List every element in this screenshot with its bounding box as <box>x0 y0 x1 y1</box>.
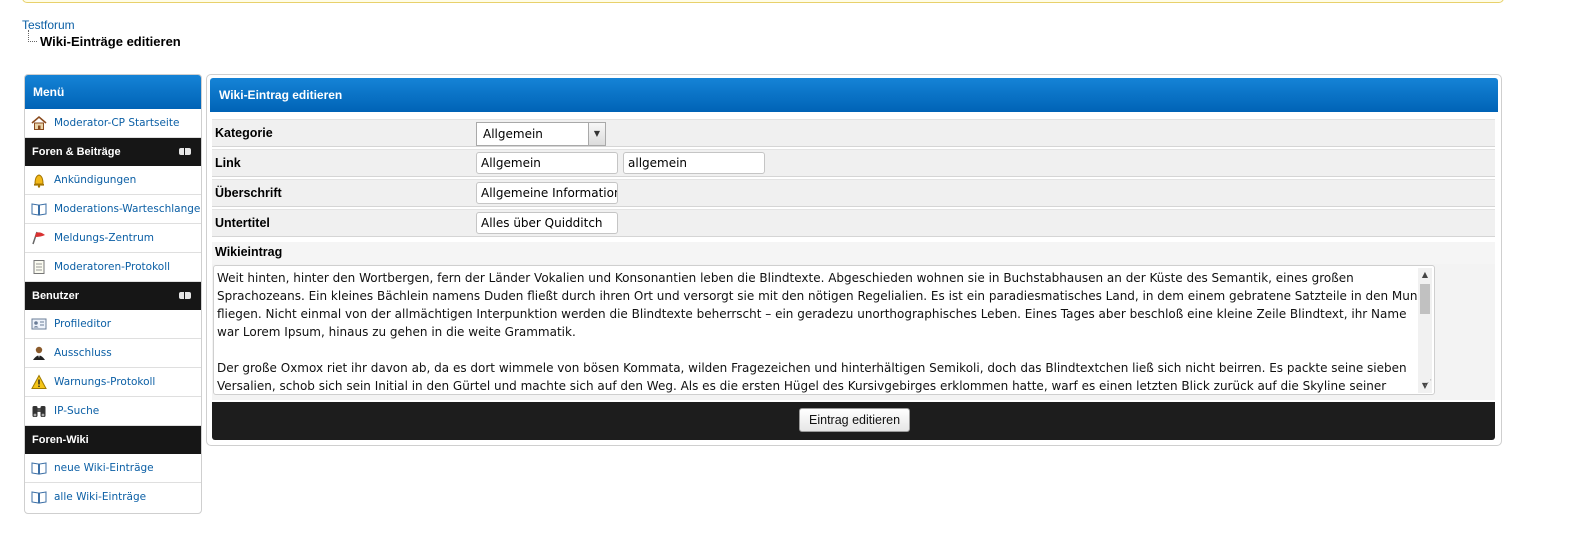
home-icon <box>31 115 47 131</box>
link-label: Link <box>215 156 241 170</box>
sidebar-title: Menü <box>25 75 201 109</box>
category-title: Foren & Beiträge <box>32 146 121 158</box>
breadcrumb: Testforum Wiki-Einträge editieren <box>22 18 181 49</box>
breadcrumb-root-link[interactable]: Testforum <box>22 18 181 32</box>
breadcrumb-branch: Wiki-Einträge editieren <box>28 30 181 49</box>
ueberschrift-input[interactable]: Allgemeine Informationen <box>476 182 618 204</box>
sidebar-item-label[interactable]: Ankündigungen <box>54 174 136 186</box>
link-input-2[interactable]: allgemein <box>623 152 765 174</box>
sidebar-item-ip-suche[interactable]: IP-Suche <box>25 397 201 426</box>
sidebar-category-benutzer[interactable]: Benutzer <box>25 282 201 310</box>
row-untertitel: Untertitel Alles über Quidditch <box>212 209 1495 237</box>
sidebar-item-label[interactable]: Moderations-Warteschlange <box>54 203 200 215</box>
untertitel-label: Untertitel <box>215 216 270 230</box>
sidebar-item-label[interactable]: Ausschluss <box>54 347 112 359</box>
collapse-toggle-icon[interactable] <box>179 148 191 155</box>
book-icon <box>31 489 47 505</box>
wikieintrag-paragraph: Der große Oxmox riet ihr davon ab, da es… <box>217 361 1407 393</box>
book-icon <box>31 460 47 476</box>
sidebar-menu: Menü Moderator-CP Startseite Foren & Bei… <box>24 74 202 514</box>
ueberschrift-label: Überschrift <box>215 186 282 200</box>
wikieintrag-textarea[interactable]: Weit hinten, hinter den Wortbergen, fern… <box>213 265 1435 395</box>
sidebar-item-label[interactable]: Moderatoren-Protokoll <box>54 261 170 273</box>
category-title: Foren-Wiki <box>32 434 89 446</box>
sidebar-category-foren-beitraege[interactable]: Foren & Beiträge <box>25 138 201 166</box>
id-card-icon <box>31 316 47 332</box>
untertitel-input[interactable]: Alles über Quidditch <box>476 212 618 234</box>
tree-connector <box>28 30 37 42</box>
warning-icon <box>31 374 47 390</box>
bell-icon <box>31 172 47 188</box>
page-title: Wiki-Einträge editieren <box>40 34 181 49</box>
wikieintrag-label: Wikieintrag <box>212 242 1495 264</box>
sidebar-item-meldungs-zentrum[interactable]: Meldungs-Zentrum <box>25 224 201 253</box>
sidebar-item-alle-wiki-eintraege[interactable]: alle Wiki-Einträge <box>25 483 201 511</box>
form-footer-bar: Eintrag editieren <box>212 402 1495 440</box>
chevron-down-icon[interactable]: ▼ <box>588 123 605 145</box>
sidebar-item-moderatoren-protokoll[interactable]: Moderatoren-Protokoll <box>25 253 201 282</box>
sidebar-item-profileditor[interactable]: Profileditor <box>25 310 201 339</box>
row-link: Link Allgemein allgemein <box>212 149 1495 177</box>
notice-bar <box>22 0 1504 3</box>
flag-icon <box>31 230 47 246</box>
submit-button[interactable]: Eintrag editieren <box>799 408 911 432</box>
sidebar-item-neue-wiki-eintraege[interactable]: neue Wiki-Einträge <box>25 454 201 483</box>
edit-wiki-panel: Wiki-Eintrag editieren Kategorie Allgeme… <box>206 74 1502 446</box>
sidebar-item-label[interactable]: Meldungs-Zentrum <box>54 232 154 244</box>
sidebar-item-moderations-warteschlange[interactable]: Moderations-Warteschlange <box>25 195 201 224</box>
user-ban-icon <box>31 345 47 361</box>
wikieintrag-row: Weit hinten, hinter den Wortbergen, fern… <box>212 264 1495 400</box>
sidebar-category-foren-wiki[interactable]: Foren-Wiki <box>25 426 201 454</box>
sidebar-item-label[interactable]: alle Wiki-Einträge <box>54 491 146 503</box>
kategorie-selected-value: Allgemein <box>483 127 543 141</box>
binoculars-icon <box>31 403 47 419</box>
sidebar-item-label[interactable]: IP-Suche <box>54 405 99 417</box>
sidebar-item-label[interactable]: neue Wiki-Einträge <box>54 462 154 474</box>
sidebar-item-label[interactable]: Moderator-CP Startseite <box>54 117 179 129</box>
sidebar-item-ausschluss[interactable]: Ausschluss <box>25 339 201 368</box>
wikieintrag-paragraph: Weit hinten, hinter den Wortbergen, fern… <box>217 271 1426 339</box>
sidebar-item-warnungs-protokoll[interactable]: Warnungs-Protokoll <box>25 368 201 397</box>
kategorie-select[interactable]: Allgemein ▼ <box>476 122 606 146</box>
resize-grip-icon[interactable]: ⋰ <box>1424 374 1432 392</box>
sidebar-item-modcp-home[interactable]: Moderator-CP Startseite <box>25 109 201 138</box>
scroll-thumb[interactable] <box>1420 284 1430 314</box>
panel-title: Wiki-Eintrag editieren <box>210 78 1498 112</box>
notepad-icon <box>31 259 47 275</box>
scroll-up-icon[interactable]: ▲ <box>1418 268 1432 282</box>
category-title: Benutzer <box>32 290 80 302</box>
book-icon <box>31 201 47 217</box>
sidebar-item-ankuendigungen[interactable]: Ankündigungen <box>25 166 201 195</box>
sidebar-item-label[interactable]: Warnungs-Protokoll <box>54 376 155 388</box>
link-input-1[interactable]: Allgemein <box>476 152 618 174</box>
sidebar-item-label[interactable]: Profileditor <box>54 318 111 330</box>
row-kategorie: Kategorie Allgemein ▼ <box>212 119 1495 147</box>
collapse-toggle-icon[interactable] <box>179 292 191 299</box>
row-ueberschrift: Überschrift Allgemeine Informationen <box>212 179 1495 207</box>
kategorie-label: Kategorie <box>215 126 273 140</box>
